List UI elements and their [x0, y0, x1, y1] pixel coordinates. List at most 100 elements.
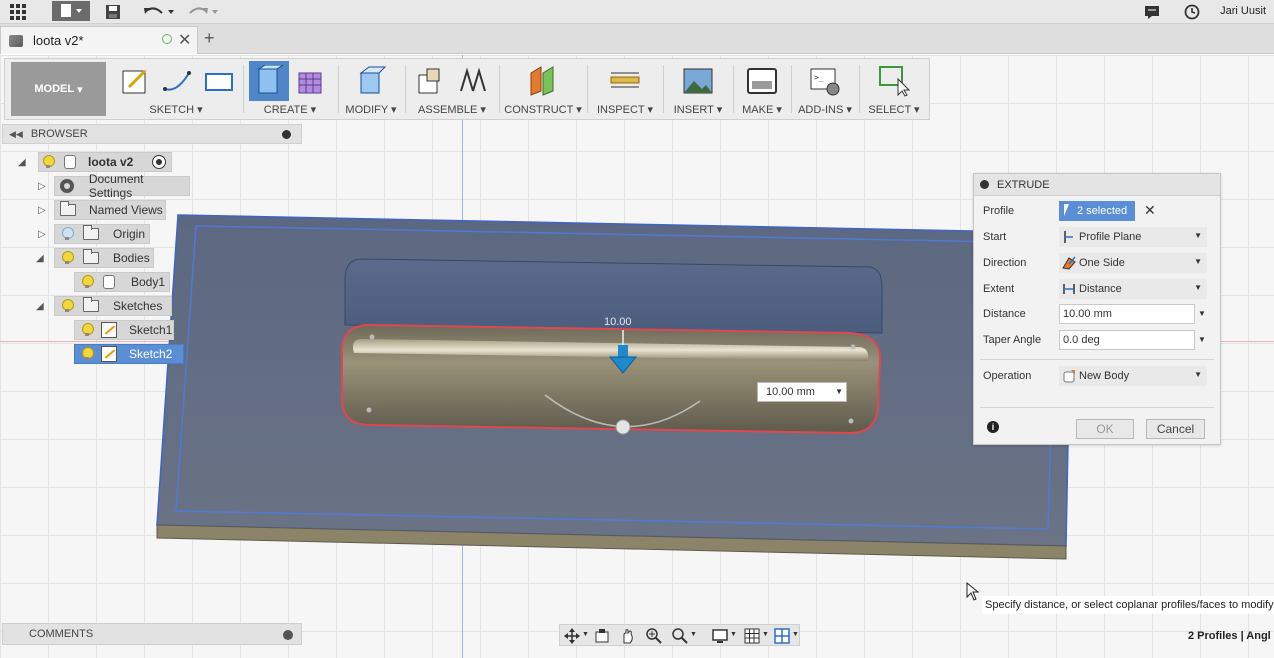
job-status-button[interactable]	[1182, 2, 1202, 22]
display-settings-icon[interactable]	[712, 628, 728, 644]
make-group[interactable]: MAKE ▾	[735, 59, 789, 119]
start-value: Profile Plane	[1079, 231, 1142, 243]
user-name[interactable]: Jari Uusit	[1220, 5, 1266, 17]
lightbulb-icon[interactable]	[81, 323, 94, 337]
construct-group-label: CONSTRUCT ▾	[504, 104, 582, 116]
sketch1-label: Sketch1	[129, 323, 173, 337]
document-settings-label: Document Settings	[88, 172, 144, 200]
start-row: Start Profile Plane ▼	[974, 225, 1220, 249]
collapse-arrows-icon[interactable]: ◀◀	[9, 129, 23, 140]
lightbulb-icon[interactable]	[81, 347, 94, 361]
select-group[interactable]: SELECT ▾	[861, 59, 927, 119]
browser-item-sketches[interactable]: Sketches	[54, 296, 172, 316]
insert-group[interactable]: INSERT ▾	[665, 59, 731, 119]
pan-hand-icon[interactable]	[620, 628, 636, 644]
add-comment-icon[interactable]	[283, 630, 293, 640]
mouse-cursor-icon	[966, 582, 980, 601]
undo-button[interactable]	[142, 2, 178, 22]
direction-dropdown[interactable]: One Side ▼	[1059, 253, 1207, 273]
lightbulb-icon[interactable]	[81, 275, 94, 289]
create-group[interactable]: CREATE ▾	[245, 59, 335, 119]
browser-item-named-views[interactable]: Named Views	[54, 200, 166, 220]
expand-triangle-icon[interactable]: ▷	[38, 229, 46, 240]
chevron-down-icon[interactable]: ▼	[690, 631, 697, 638]
chevron-down-icon: ▼	[1194, 231, 1202, 240]
file-menu-button[interactable]	[52, 1, 90, 21]
profile-selection-chip[interactable]: 2 selected	[1059, 201, 1135, 221]
modify-group[interactable]: MODIFY ▾	[339, 59, 403, 119]
press-pull-icon	[359, 66, 387, 94]
close-icon[interactable]: ✕	[178, 30, 191, 50]
select-icon	[879, 66, 910, 97]
collapse-triangle-icon[interactable]: ◢	[18, 157, 26, 168]
fit-zoom-icon[interactable]	[672, 628, 688, 644]
lightbulb-off-icon[interactable]	[61, 227, 74, 241]
notifications-button[interactable]	[1142, 2, 1162, 22]
chevron-down-icon[interactable]: ▼	[1198, 309, 1206, 318]
extent-label: Extent	[983, 283, 1015, 295]
look-at-icon[interactable]	[594, 628, 610, 644]
chevron-down-icon[interactable]: ▼	[582, 631, 589, 638]
distance-input[interactable]: 10.00 mm	[1059, 304, 1195, 324]
start-dropdown[interactable]: Profile Plane ▼	[1059, 227, 1207, 247]
browser-item-bodies[interactable]: Bodies	[54, 248, 154, 268]
construct-group[interactable]: CONSTRUCT ▾	[501, 59, 585, 119]
activate-radio-icon[interactable]	[152, 155, 166, 169]
data-panel-button[interactable]	[8, 2, 28, 22]
grid-settings-icon[interactable]	[744, 628, 760, 644]
extent-dropdown[interactable]: Distance ▼	[1059, 279, 1207, 299]
taper-angle-input[interactable]: 0.0 deg	[1059, 330, 1195, 350]
assemble-group[interactable]: ASSEMBLE ▾	[407, 59, 497, 119]
clear-selection-icon[interactable]: ✕	[1144, 202, 1156, 219]
operation-dropdown[interactable]: New Body ▼	[1059, 366, 1207, 386]
insert-image-icon	[683, 68, 713, 94]
chevron-down-icon[interactable]: ▼	[792, 631, 799, 638]
direction-value: One Side	[1079, 257, 1125, 269]
lightbulb-icon[interactable]	[61, 299, 74, 313]
extrude-header[interactable]: EXTRUDE	[974, 174, 1220, 196]
gear-icon	[60, 179, 74, 193]
info-icon[interactable]: i	[987, 421, 999, 433]
sketch-group[interactable]: SKETCH ▾	[113, 59, 239, 119]
browser-item-origin[interactable]: Origin	[54, 224, 150, 244]
document-tab[interactable]: loota v2* ✕	[0, 26, 198, 54]
lightbulb-icon[interactable]	[61, 251, 74, 265]
workspace-switcher[interactable]: MODEL ▾	[11, 62, 106, 116]
new-tab-plus-icon[interactable]: +	[204, 28, 215, 49]
expand-triangle-icon[interactable]: ▷	[38, 205, 46, 216]
chevron-down-icon[interactable]: ▼	[730, 631, 737, 638]
ok-button[interactable]: OK	[1076, 419, 1134, 439]
save-button[interactable]	[103, 2, 123, 22]
body1-label: Body1	[131, 275, 166, 289]
chevron-down-icon[interactable]: ▼	[762, 631, 769, 638]
add-ins-group[interactable]: >_ ADD-INS ▾	[793, 59, 857, 119]
cancel-button[interactable]: Cancel	[1146, 419, 1205, 439]
zoom-icon[interactable]	[646, 628, 662, 644]
sketch-icon	[101, 346, 117, 362]
collapse-triangle-icon[interactable]: ◢	[36, 253, 44, 264]
viewports-icon[interactable]	[774, 628, 790, 644]
lightbulb-icon[interactable]	[42, 155, 55, 169]
distance-heads-up-input[interactable]: 10.00 mm ▼	[757, 382, 847, 402]
assemble-group-label: ASSEMBLE ▾	[418, 104, 486, 116]
selection-status: 2 Profiles | Angl	[1188, 630, 1271, 642]
chevron-down-icon[interactable]: ▼	[1198, 335, 1206, 344]
minimize-icon[interactable]	[980, 180, 989, 189]
ribbon-toolbar: MODEL ▾ SKETCH ▾ CREATE ▾ MODIFY ▾ ASSEM…	[4, 58, 930, 120]
browser-item-sketch1[interactable]: Sketch1	[74, 320, 174, 340]
chevron-down-icon[interactable]: ▼	[835, 387, 843, 396]
browser-title: BROWSER	[30, 128, 88, 140]
body-icon	[103, 275, 115, 289]
orbit-icon[interactable]	[564, 628, 580, 644]
comments-panel[interactable]: COMMENTS	[2, 623, 302, 645]
browser-item-document-settings[interactable]: Document Settings	[54, 172, 190, 200]
browser-item-sketch2[interactable]: Sketch2	[74, 344, 184, 364]
minimize-icon[interactable]	[282, 130, 291, 139]
browser-item-body1[interactable]: Body1	[74, 272, 170, 292]
one-side-icon	[1062, 256, 1076, 270]
expand-triangle-icon[interactable]: ▷	[38, 181, 46, 192]
redo-button[interactable]	[186, 2, 222, 22]
browser-header[interactable]: ◀◀ BROWSER	[2, 124, 302, 144]
collapse-triangle-icon[interactable]: ◢	[36, 301, 44, 312]
inspect-group[interactable]: INSPECT ▾	[589, 59, 661, 119]
